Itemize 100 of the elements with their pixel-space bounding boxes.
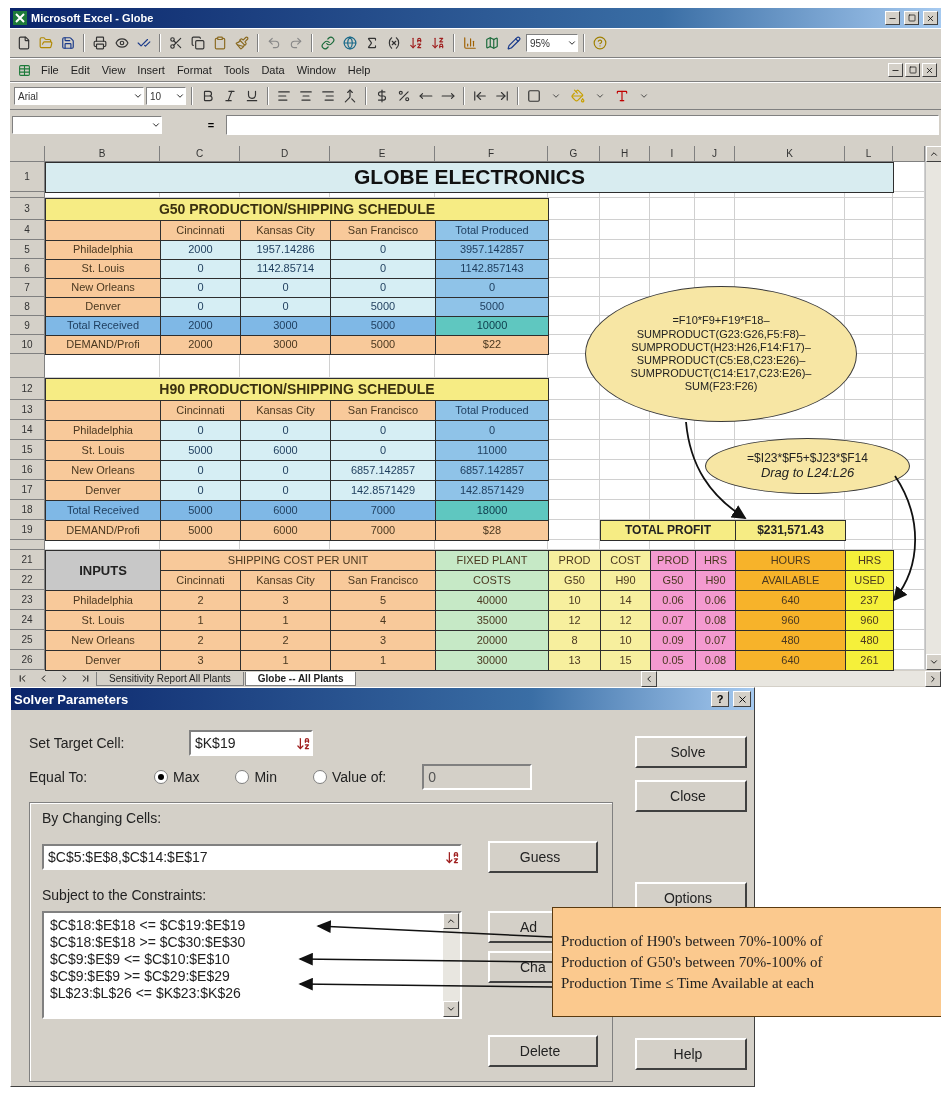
sort-ascending-icon[interactable] <box>409 36 423 50</box>
eye-icon[interactable] <box>115 36 129 50</box>
constraint-item[interactable]: $L$23:$L$26 <= $K$23:$K$26 <box>50 985 437 1002</box>
column-header[interactable]: D <box>240 146 330 162</box>
column-header[interactable]: C <box>160 146 240 162</box>
menu-item[interactable]: Window <box>291 64 341 76</box>
fill-color-icon[interactable] <box>571 89 585 103</box>
radio-button[interactable] <box>313 770 327 784</box>
row-header[interactable]: 13 <box>10 400 45 420</box>
column-header[interactable]: H <box>600 146 650 162</box>
row-header[interactable]: 12 <box>10 378 45 400</box>
scroll-down-icon[interactable] <box>446 1004 456 1014</box>
clipboard-icon[interactable] <box>213 36 227 50</box>
merge-icon[interactable] <box>343 89 357 103</box>
scroll-down-icon[interactable] <box>929 657 939 667</box>
name-box[interactable] <box>12 116 162 134</box>
row-header[interactable]: 16 <box>10 460 45 480</box>
row-header[interactable]: 18 <box>10 500 45 520</box>
list-scrollbar[interactable] <box>443 913 460 1017</box>
row-header[interactable]: 26 <box>10 650 45 670</box>
copy-icon[interactable] <box>191 36 205 50</box>
border-icon[interactable] <box>527 89 541 103</box>
row-header[interactable] <box>10 540 45 550</box>
row-header[interactable]: 3 <box>10 198 45 220</box>
menu-item[interactable]: Edit <box>65 64 95 76</box>
align-left-icon[interactable] <box>277 89 291 103</box>
align-center-icon[interactable] <box>299 89 313 103</box>
row-header[interactable]: 22 <box>10 570 45 590</box>
menu-item[interactable]: Format <box>171 64 217 76</box>
percent-icon[interactable] <box>397 89 411 103</box>
row-header[interactable]: 15 <box>10 440 45 460</box>
column-header[interactable]: F <box>435 146 548 162</box>
row-header[interactable]: 23 <box>10 590 45 610</box>
globe-icon[interactable] <box>343 36 357 50</box>
file-icon[interactable] <box>17 36 31 50</box>
check-icon[interactable] <box>137 36 151 50</box>
row-header[interactable]: 14 <box>10 420 45 440</box>
scissors-icon[interactable] <box>169 36 183 50</box>
column-header[interactable]: I <box>650 146 695 162</box>
link-icon[interactable] <box>321 36 335 50</box>
formula-field[interactable] <box>226 115 939 135</box>
increase-indent-icon[interactable] <box>495 89 509 103</box>
dialog-button[interactable]: Help <box>635 1038 747 1070</box>
scroll-up-icon[interactable] <box>446 916 456 926</box>
caret-icon[interactable] <box>133 91 143 101</box>
radio-option[interactable]: Min <box>235 769 277 785</box>
menu-item[interactable]: Help <box>342 64 376 76</box>
caret-icon[interactable] <box>595 91 605 101</box>
underline-icon[interactable] <box>245 89 259 103</box>
menu-item[interactable]: Insert <box>132 64 170 76</box>
row-header[interactable]: 9 <box>10 316 45 335</box>
menu-item[interactable]: Data <box>256 64 290 76</box>
sheet-tab[interactable]: Globe -- All Plants <box>244 671 357 686</box>
paintbrush-icon[interactable] <box>235 36 249 50</box>
row-header[interactable]: 1 <box>10 162 45 192</box>
column-header[interactable]: J <box>695 146 735 162</box>
italic-icon[interactable] <box>223 89 237 103</box>
row-header[interactable] <box>10 192 45 198</box>
row-header[interactable]: 6 <box>10 259 45 278</box>
menu-item[interactable]: Tools <box>218 64 255 76</box>
row-header[interactable]: 5 <box>10 240 45 259</box>
column-header[interactable]: K <box>735 146 845 162</box>
dialog-button[interactable]: Close <box>635 780 747 812</box>
column-header[interactable]: B <box>45 146 160 162</box>
bar-chart-icon[interactable] <box>463 36 477 50</box>
row-header[interactable]: 19 <box>10 520 45 540</box>
caret-icon[interactable] <box>551 91 561 101</box>
constraint-item[interactable]: $C$9:$E$9 >= $C$29:$E$29 <box>50 968 437 985</box>
column-header[interactable] <box>893 146 925 162</box>
workbook-icon[interactable] <box>17 63 31 77</box>
column-header[interactable]: E <box>330 146 435 162</box>
scroll-up-icon[interactable] <box>929 149 939 159</box>
dialog-button[interactable]: Solve <box>635 736 747 768</box>
select-all-button[interactable] <box>10 146 45 162</box>
horizontal-scrollbar[interactable] <box>641 671 941 686</box>
font-size-dropdown[interactable]: 10 <box>146 87 186 105</box>
changing-cells-field[interactable]: $C$5:$E$8,$C$14:$E$17 <box>42 844 462 870</box>
save-icon[interactable] <box>61 36 75 50</box>
column-header[interactable]: G <box>548 146 600 162</box>
pencil-icon[interactable] <box>507 36 521 50</box>
row-header[interactable] <box>10 354 45 378</box>
radio-button[interactable] <box>235 770 250 784</box>
zoom-dropdown[interactable]: 95% <box>526 34 578 52</box>
caret-icon[interactable] <box>639 91 649 101</box>
constraint-item[interactable]: $C$18:$E$18 >= $C$30:$E$30 <box>50 934 437 951</box>
caret-icon[interactable] <box>175 91 185 101</box>
row-header[interactable]: 4 <box>10 220 45 240</box>
bold-icon[interactable] <box>201 89 215 103</box>
row-header[interactable]: 17 <box>10 480 45 500</box>
help-button[interactable]: ? <box>711 691 729 707</box>
caret-icon[interactable] <box>151 120 161 130</box>
menu-item[interactable]: File <box>36 64 64 76</box>
sort-descending-icon[interactable] <box>431 36 445 50</box>
sheet-tab[interactable]: Sensitivity Report All Plants <box>96 671 244 686</box>
dollar-icon[interactable] <box>375 89 389 103</box>
row-header[interactable]: 8 <box>10 297 45 316</box>
constraint-button[interactable]: Delete <box>488 1035 598 1067</box>
row-header[interactable]: 7 <box>10 278 45 297</box>
row-header[interactable]: 21 <box>10 550 45 570</box>
scroll-right-icon[interactable] <box>928 674 938 684</box>
